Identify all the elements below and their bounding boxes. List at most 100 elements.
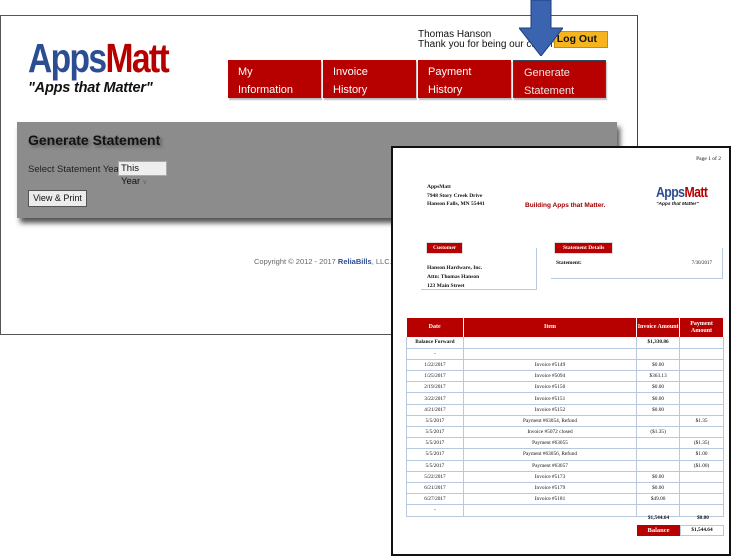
company-city: Hanson Falls, MN 55441 [427, 201, 485, 207]
cell-payment [679, 404, 724, 416]
customer-header: Customer [426, 242, 464, 254]
cell-invoice: $363.13 [636, 370, 681, 383]
table-header-row: Date Item Invoice Amount Payment Amount [406, 318, 724, 337]
cell-item [463, 348, 638, 360]
cell-item: Invoice #5151 [463, 392, 638, 405]
statement-year-select[interactable]: This Year ∨ [118, 161, 167, 187]
cell-invoice: $0.00 [636, 471, 681, 483]
statement-logo: AppsMatt "Apps that Matter" [656, 184, 719, 207]
customer-attn: Attn: Thomas Hanson [427, 274, 480, 280]
column-header-date: Date [406, 318, 464, 337]
reliabills-link[interactable]: ReliaBills [338, 257, 372, 266]
cell-date: 1/25/2017 [406, 370, 464, 383]
cell-date: 5/5/2017 [406, 448, 464, 461]
nav-invoice-history[interactable]: Invoice History [323, 60, 416, 98]
panel-title: Generate Statement [28, 132, 161, 148]
cell-item: Invoice #5152 [463, 404, 638, 416]
table-row: 5/5/2017 Payment #63057 ($1.00) [406, 460, 724, 472]
cell-date: 6/21/2017 [406, 482, 464, 495]
logo-apps-text: Apps [28, 35, 107, 81]
statement-table: Date Item Invoice Amount Payment Amount … [406, 318, 724, 517]
cell-payment [679, 359, 724, 372]
column-header-payment-amount: Payment Amount [679, 318, 724, 337]
view-print-button[interactable]: View & Print [28, 190, 87, 207]
cell-payment [679, 381, 724, 394]
cell-payment [679, 337, 724, 349]
nav-my-information[interactable]: My Information [228, 60, 321, 98]
cell-invoice [636, 448, 681, 461]
cell-item: Invoice #5149 [463, 359, 638, 372]
logo-apps-text: Apps [656, 184, 685, 201]
company-address: AppsMatt 7948 Story Creek Drive Hanson F… [427, 183, 485, 209]
cell-date: 5/22/2017 [406, 471, 464, 483]
nav-generate-statement[interactable]: Generate Statement [513, 60, 606, 98]
cell-invoice: $1,330.86 [636, 337, 681, 349]
balance-value: $1,544.64 [680, 525, 724, 536]
logo-tagline: "Apps that Matter" [656, 202, 699, 207]
cell-date: 1/22/2017 [406, 359, 464, 372]
cell-item: Invoice #5181 [463, 493, 638, 506]
cell-date: 3/22/2017 [406, 392, 464, 405]
cell-item: Invoice #5173 [463, 471, 638, 483]
column-header-item: Item [463, 318, 638, 337]
total-payment-amount: $0.00 [697, 515, 709, 521]
table-row: 3/22/2017 Invoice #5151 $0.00 [406, 392, 724, 405]
cell-payment: $1.00 [679, 448, 724, 461]
customer-box: Customer Hanson Hardware, Inc. Attn: Tho… [421, 242, 537, 290]
table-row: 5/5/2017 Payment #63055 ($1.35) [406, 437, 724, 450]
cell-invoice: $0.00 [636, 482, 681, 495]
statement-date: 7/30/2017 [691, 261, 712, 266]
cell-invoice [636, 348, 681, 360]
table-row: 2/19/2017 Invoice #5150 $0.00 [406, 381, 724, 394]
cell-item [463, 337, 638, 349]
cell-payment [679, 482, 724, 495]
nav-label-line1: Invoice [333, 66, 368, 78]
appsmatt-logo[interactable]: AppsMatt "Apps that Matter" [28, 35, 199, 97]
cell-date: 4/21/2017 [406, 404, 464, 416]
cell-payment [679, 392, 724, 405]
table-row: 5/22/2017 Invoice #5173 $0.00 [406, 471, 724, 483]
cell-payment: $1.35 [679, 415, 724, 428]
main-nav: My Information Invoice History Payment H… [228, 60, 606, 98]
statement-document: Page 1 of 2 AppsMatt 7948 Story Creek Dr… [391, 146, 731, 556]
table-row: 6/21/2017 Invoice #5179 $0.00 [406, 482, 724, 495]
cell-payment [679, 471, 724, 483]
page-number: Page 1 of 2 [696, 156, 721, 162]
cell-invoice: $0.00 [636, 359, 681, 372]
cell-payment: ($1.00) [679, 460, 724, 472]
copyright-suffix: , LLC. [371, 257, 392, 266]
statement-year-label: Select Statement Year [28, 164, 123, 175]
customer-name: Hanson Hardware, Inc. [427, 265, 483, 271]
nav-payment-history[interactable]: Payment History [418, 60, 511, 98]
nav-label-line2: Statement [524, 85, 575, 97]
total-invoice-amount: $1,544.64 [647, 515, 670, 521]
cell-invoice: $49.00 [636, 493, 681, 506]
table-row: Balance Forward $1,330.86 [406, 337, 724, 349]
table-row: 5/5/2017 Payment #63056, Refund $1.00 [406, 448, 724, 461]
chevron-down-icon: ∨ [142, 179, 148, 186]
cell-invoice: ($1.35) [636, 426, 681, 439]
cell-item [463, 504, 638, 517]
cell-item: Invoice #5094 [463, 370, 638, 383]
company-street: 7948 Story Creek Drive [427, 192, 483, 199]
cell-date: - [406, 348, 464, 360]
balance-label: Balance [637, 525, 680, 536]
table-row: 6/27/2017 Invoice #5181 $49.00 [406, 493, 724, 506]
company-name: AppsMatt [427, 184, 451, 190]
cell-date: - [406, 504, 464, 517]
nav-label-line2: Information [238, 84, 294, 96]
cell-payment [679, 348, 724, 360]
cell-date: 6/27/2017 [406, 493, 464, 506]
statement-label: Statement: [556, 260, 582, 266]
copyright-footer: Copyright © 2012 - 2017 ReliaBills, LLC. [254, 257, 392, 266]
nav-label-line1: My [238, 66, 253, 78]
cell-item: Payment #63057 [463, 460, 638, 472]
table-row: 1/25/2017 Invoice #5094 $363.13 [406, 370, 724, 383]
cell-item: Payment #63056, Refund [463, 448, 638, 461]
cell-payment [679, 370, 724, 383]
down-arrow-icon [519, 0, 563, 56]
logo-tagline: "Apps that Matter" [28, 80, 153, 96]
cell-payment: ($1.35) [679, 437, 724, 450]
cell-invoice [636, 415, 681, 428]
table-row: 5/5/2017 Payment #63054, Refund $1.35 [406, 415, 724, 428]
